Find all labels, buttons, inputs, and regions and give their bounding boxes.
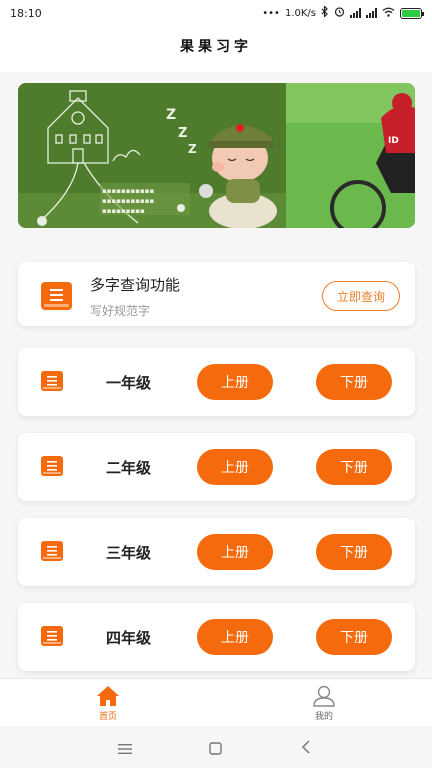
svg-text:▪▪▪▪▪▪▪▪▪▪▪: ▪▪▪▪▪▪▪▪▪▪▪: [102, 187, 154, 195]
grade-3-vol-down-button[interactable]: 下册: [316, 534, 392, 570]
grade-name-4: 四年级: [106, 629, 152, 647]
bottom-nav: 首页 我的: [0, 678, 432, 726]
nav-item-mine[interactable]: 我的: [300, 679, 348, 727]
svg-text:▪▪▪▪▪▪▪▪▪▪▪: ▪▪▪▪▪▪▪▪▪▪▪: [102, 197, 154, 205]
grade-name-1: 一年级: [106, 374, 152, 392]
svg-text:▪▪▪▪▪▪▪▪▪: ▪▪▪▪▪▪▪▪▪: [102, 207, 145, 215]
feature-title: 多字查询功能: [90, 276, 181, 294]
user-icon: [313, 685, 335, 707]
net-speed: 1.0K/s: [284, 7, 316, 19]
cyclist-photo: ID: [286, 83, 415, 228]
grade-name-3: 三年级: [106, 544, 152, 562]
svg-text:ID: ID: [388, 136, 399, 146]
battery-icon: [400, 7, 424, 19]
banner-slide-cyclist[interactable]: ID: [286, 83, 415, 228]
svg-text:Z: Z: [178, 126, 187, 141]
book-icon: [40, 281, 73, 311]
home-square-icon[interactable]: [209, 740, 222, 759]
status-indicators: ••• 1.0K/s: [262, 5, 424, 20]
book-icon: [40, 625, 64, 647]
svg-text:Z: Z: [166, 107, 176, 123]
nav-label-mine: 我的: [314, 711, 333, 722]
system-nav-bar: [0, 726, 432, 768]
book-icon: [40, 370, 64, 392]
status-time: 18:10: [10, 6, 42, 20]
grade-4-vol-up-button[interactable]: 上册: [197, 619, 273, 655]
app-header: 果果习字: [0, 26, 432, 66]
book-icon: [40, 540, 64, 562]
status-bar: 18:10 ••• 1.0K/s: [0, 0, 432, 26]
grade-name-2: 二年级: [106, 459, 152, 477]
banner-carousel[interactable]: ▪▪▪▪▪▪▪▪▪▪▪ ▪▪▪▪▪▪▪▪▪▪▪ ▪▪▪▪▪▪▪▪▪ Z Z Z: [18, 83, 415, 228]
alarm-icon: [334, 6, 345, 20]
menu-icon[interactable]: [118, 740, 132, 759]
header-divider: [0, 66, 432, 72]
classroom-illustration: ▪▪▪▪▪▪▪▪▪▪▪ ▪▪▪▪▪▪▪▪▪▪▪ ▪▪▪▪▪▪▪▪▪ Z Z Z: [18, 83, 286, 228]
more-dots-icon: •••: [262, 7, 280, 19]
svg-text:Z: Z: [188, 142, 197, 156]
signal-icon-2: [366, 8, 377, 18]
grade-4-vol-down-button[interactable]: 下册: [316, 619, 392, 655]
grade-3-vol-up-button[interactable]: 上册: [197, 534, 273, 570]
bluetooth-icon: [321, 5, 329, 20]
grade-1-vol-down-button[interactable]: 下册: [316, 364, 392, 400]
home-icon: [97, 685, 119, 706]
feature-subtitle: 写好规范字: [90, 304, 151, 318]
grade-1-vol-up-button[interactable]: 上册: [197, 364, 273, 400]
wifi-icon: [382, 7, 395, 20]
signal-icon: [350, 8, 361, 18]
grade-2-vol-down-button[interactable]: 下册: [316, 449, 392, 485]
grade-2-vol-up-button[interactable]: 上册: [197, 449, 273, 485]
page-title: 果果习字: [180, 39, 252, 55]
nav-label-home: 首页: [98, 711, 117, 722]
back-icon[interactable]: [301, 739, 311, 758]
query-now-button[interactable]: 立即查询: [322, 281, 400, 311]
banner-slide-classroom[interactable]: ▪▪▪▪▪▪▪▪▪▪▪ ▪▪▪▪▪▪▪▪▪▪▪ ▪▪▪▪▪▪▪▪▪ Z Z Z: [18, 83, 286, 228]
book-icon: [40, 455, 64, 477]
nav-item-home[interactable]: 首页: [84, 679, 132, 727]
